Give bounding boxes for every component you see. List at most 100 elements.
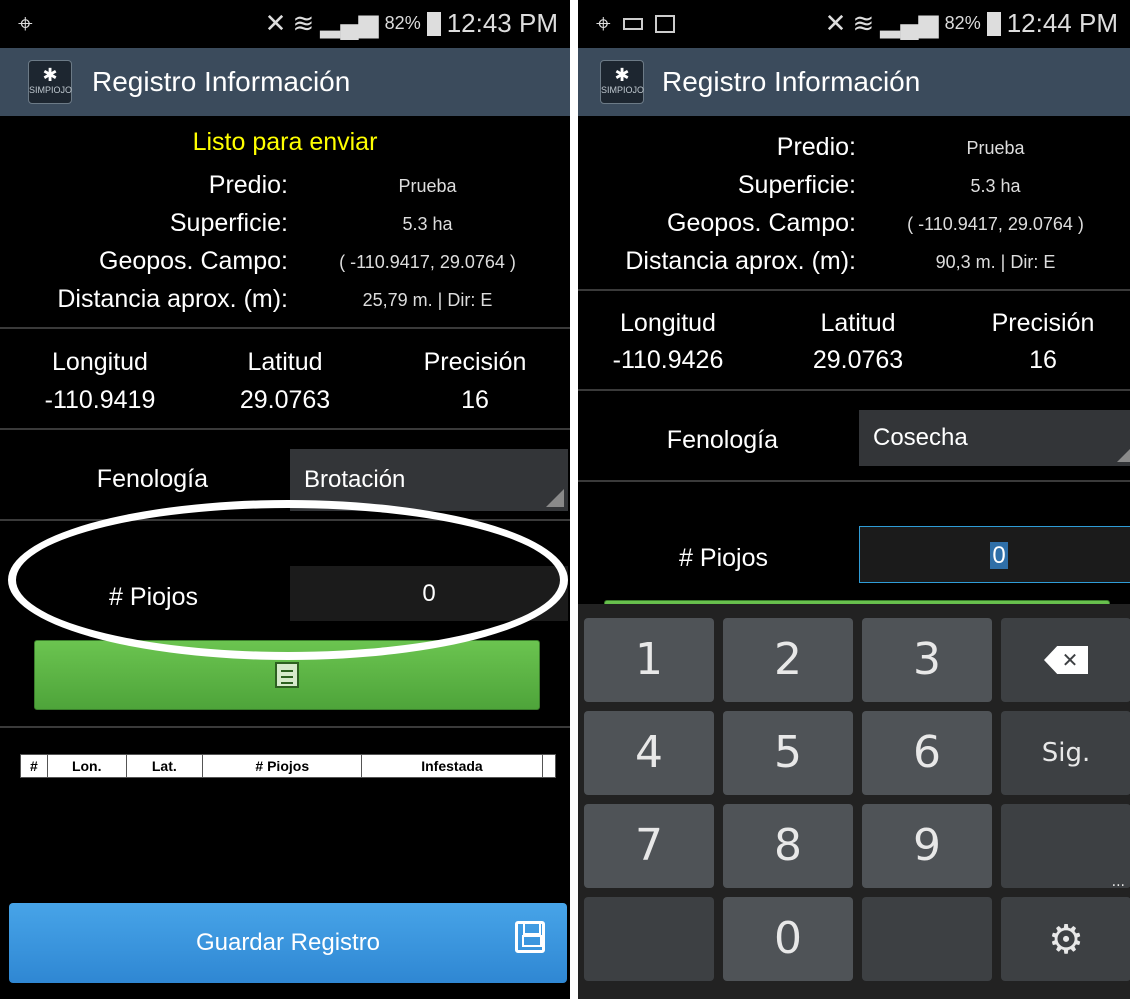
key-8[interactable]: 8 [723, 804, 853, 888]
logo-text: SIMPIOJO [29, 85, 73, 95]
blank-key[interactable] [862, 897, 992, 981]
action-bar: ✱ SIMPIOJO Registro Información [578, 48, 1130, 116]
fenologia-dropdown[interactable]: Cosecha [859, 410, 1130, 466]
key-3[interactable]: 3 [862, 618, 992, 702]
col-header-spacer [541, 754, 556, 778]
backspace-icon: ✕ [1044, 646, 1088, 674]
status-bar: ⌖ ✕ ≋ ▂▄▆ 82% 12:43 PM [0, 0, 570, 48]
fenologia-label: Fenología [666, 426, 778, 454]
save-record-label: Guardar Registro [195, 929, 381, 956]
superficie-label: Superficie: [169, 209, 288, 237]
key-4[interactable]: 4 [584, 711, 714, 795]
key-2[interactable]: 2 [723, 618, 853, 702]
wifi-icon: ≋ [852, 8, 875, 38]
status-bar: ⌖ ✕ ≋ ▂▄▆ 82% 12:44 PM [578, 0, 1130, 48]
col-header: # Piojos [202, 754, 363, 778]
battery-icon [426, 11, 441, 36]
geopos-label: Geopos. Campo: [99, 247, 288, 275]
clock: 12:43 PM [446, 8, 558, 38]
bug-icon: ✱ [614, 65, 630, 85]
settings-key[interactable]: ... ⚙ [1001, 875, 1130, 981]
screenshot-right: ⌖ ✕ ≋ ▂▄▆ 82% 12:44 PM ✱ SIMPIOJO Regist… [578, 0, 1130, 999]
longitude-value: -110.9419 [44, 386, 156, 414]
divider [0, 327, 570, 329]
battery-icon [986, 11, 1001, 36]
app-logo[interactable]: ✱ SIMPIOJO [28, 60, 72, 104]
predio-label: Predio: [776, 133, 856, 161]
key-9[interactable]: 9 [862, 804, 992, 888]
divider [578, 289, 1130, 291]
distancia-value: 90,3 m. | Dir: E [935, 252, 1056, 272]
logo-text: SIMPIOJO [601, 85, 645, 95]
fenologia-selected: Cosecha [873, 424, 968, 451]
latitude-value: 29.0763 [239, 386, 331, 414]
superficie-value: 5.3 ha [970, 176, 1021, 196]
mute-icon: ✕ [824, 8, 847, 38]
fenologia-label: Fenología [96, 465, 208, 493]
screenshot-left: ⌖ ✕ ≋ ▂▄▆ 82% 12:43 PM ✱ SIMPIOJO Regist… [0, 0, 570, 999]
col-header: # [20, 754, 48, 778]
more-indicator: ... [1111, 874, 1125, 890]
precision-value: 16 [1029, 346, 1057, 374]
key-6[interactable]: 6 [862, 711, 992, 795]
divider [0, 428, 570, 430]
fenologia-dropdown[interactable]: Brotación [290, 449, 568, 511]
numeric-keyboard: 1 2 3 ✕ 4 5 6 Sig. 7 8 9 0 ... ⚙ [578, 604, 1130, 999]
clock: 12:44 PM [1006, 8, 1118, 38]
divider [578, 389, 1130, 391]
piojos-label: # Piojos [109, 583, 198, 611]
battery-percent: 82% [384, 13, 421, 33]
geopos-label: Geopos. Campo: [667, 209, 856, 237]
divider [0, 726, 570, 728]
predio-value: Prueba [966, 138, 1025, 158]
status-ready: Listo para enviar [192, 128, 378, 156]
page-title: Registro Información [92, 66, 351, 97]
records-table: # Lon. Lat. # Piojos Infestada [20, 754, 556, 778]
dropdown-arrow-icon [1117, 444, 1130, 462]
gear-icon: ⚙ [1048, 917, 1084, 963]
piojos-label: # Piojos [679, 544, 768, 572]
key-5[interactable]: 5 [723, 711, 853, 795]
col-header: Infestada [361, 754, 543, 778]
next-key[interactable]: Sig. [1001, 711, 1130, 795]
latitude-value: 29.0763 [812, 346, 904, 374]
longitude-label: Longitud [52, 348, 148, 376]
backspace-key[interactable]: ✕ [1001, 618, 1130, 702]
piojos-input[interactable]: 0 [290, 566, 568, 621]
key-1[interactable]: 1 [584, 618, 714, 702]
precision-value: 16 [461, 386, 489, 414]
table-header-row: # Lon. Lat. # Piojos Infestada [20, 754, 556, 778]
wifi-icon: ≋ [292, 8, 315, 38]
signal-icon: ▂▄▆ [320, 8, 379, 38]
geopos-value: ( -110.9417, 29.0764 ) [907, 214, 1084, 234]
fenologia-selected: Brotación [304, 466, 406, 493]
latitude-label: Latitud [247, 348, 323, 376]
floppy-disk-icon [515, 921, 545, 953]
save-record-button[interactable]: Guardar Registro [9, 903, 567, 983]
gps-icon: ⌖ [596, 8, 611, 38]
superficie-value: 5.3 ha [402, 214, 453, 234]
col-header: Lon. [46, 754, 127, 778]
precision-label: Precisión [423, 348, 527, 376]
col-header: Lat. [125, 754, 204, 778]
app-logo[interactable]: ✱ SIMPIOJO [600, 60, 644, 104]
blank-key[interactable] [1001, 804, 1130, 888]
signal-icon: ▂▄▆ [880, 8, 939, 38]
distancia-value: 25,79 m. | Dir: E [362, 290, 493, 310]
piojos-input[interactable]: 0 [859, 526, 1130, 583]
action-bar: ✱ SIMPIOJO Registro Información [0, 48, 570, 116]
longitude-value: -110.9426 [612, 346, 724, 374]
battery-percent: 82% [944, 13, 981, 33]
key-7[interactable]: 7 [584, 804, 714, 888]
predio-value: Prueba [398, 176, 457, 196]
bug-icon: ✱ [42, 65, 58, 85]
longitude-label: Longitud [620, 309, 716, 337]
form-content: Listo para enviar Predio: Prueba Superfi… [0, 116, 570, 999]
divider [578, 480, 1130, 482]
piojos-input-value: 0 [990, 542, 1008, 569]
distancia-label: Distancia aprox. (m): [625, 247, 856, 275]
add-record-button[interactable] [34, 640, 540, 710]
blank-key[interactable] [584, 897, 714, 981]
page-title: Registro Información [662, 66, 921, 97]
key-0[interactable]: 0 [723, 897, 853, 981]
